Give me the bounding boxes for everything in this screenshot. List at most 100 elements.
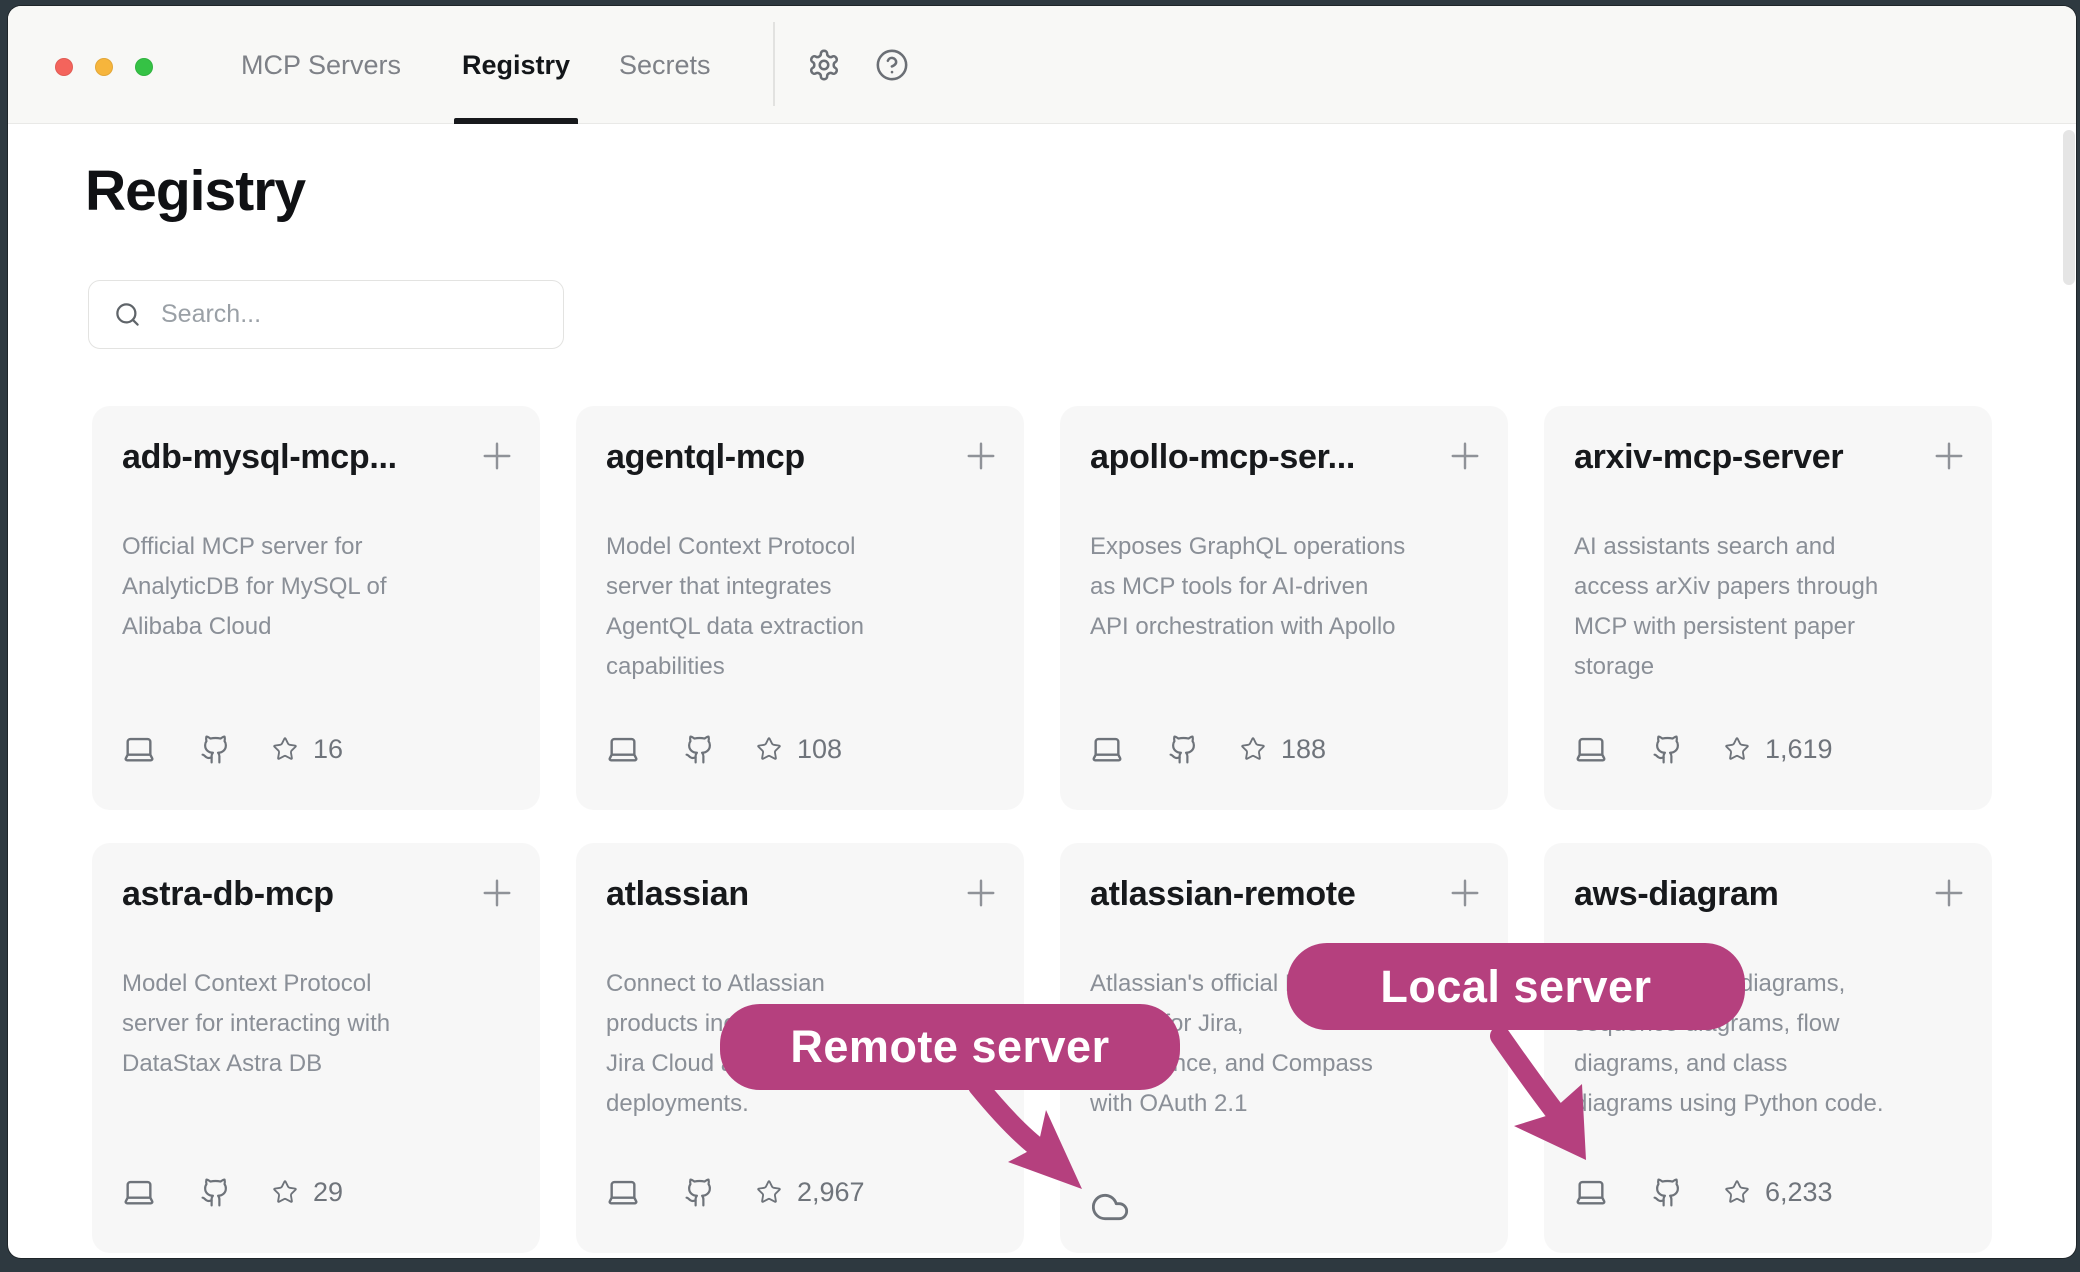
server-name: adb-mysql-mcp... <box>122 438 458 477</box>
add-server-button[interactable] <box>1926 434 1972 480</box>
star-count: 108 <box>797 734 842 765</box>
github-icon <box>684 734 715 765</box>
server-description: Official MCP server for AnalyticDB for M… <box>122 527 510 647</box>
cloud-icon <box>1090 1187 1130 1227</box>
card-header: apollo-mcp-ser... <box>1090 438 1478 477</box>
laptop-icon <box>1090 732 1124 766</box>
server-description: Generate AWS diagrams, sequence diagrams… <box>1574 964 1962 1124</box>
laptop-icon <box>122 732 156 766</box>
star-icon <box>756 736 782 762</box>
star-icon <box>272 1179 298 1205</box>
server-card[interactable]: atlassian Connect to Atlassian products … <box>576 843 1024 1253</box>
server-description: Atlassian's official MCP server for Jira… <box>1090 964 1478 1124</box>
server-name: apollo-mcp-ser... <box>1090 438 1426 477</box>
tab-label: Secrets <box>619 50 711 81</box>
server-card[interactable]: aws-diagram Generate AWS diagrams, seque… <box>1544 843 1992 1253</box>
zoom-button[interactable] <box>135 58 153 76</box>
scrollbar-thumb[interactable] <box>2063 130 2075 285</box>
card-header: atlassian <box>606 875 994 914</box>
github-icon <box>200 1177 231 1208</box>
add-server-button[interactable] <box>474 871 520 917</box>
star-count: 6,233 <box>1765 1177 1833 1208</box>
server-stats: 108 <box>606 732 842 766</box>
server-card[interactable]: apollo-mcp-ser... Exposes GraphQL operat… <box>1060 406 1508 810</box>
tab-secrets[interactable]: Secrets <box>611 6 719 124</box>
github-icon <box>684 1177 715 1208</box>
server-name: arxiv-mcp-server <box>1574 438 1910 477</box>
star-count: 29 <box>313 1177 343 1208</box>
laptop-icon <box>606 732 640 766</box>
card-header: astra-db-mcp <box>122 875 510 914</box>
plus-icon <box>1444 435 1486 477</box>
star-icon <box>756 1179 782 1205</box>
server-stats: 16 <box>122 732 343 766</box>
star-count: 16 <box>313 734 343 765</box>
star-count: 188 <box>1281 734 1326 765</box>
card-header: adb-mysql-mcp... <box>122 438 510 477</box>
server-description: Model Context Protocol server that integ… <box>606 527 994 687</box>
server-card[interactable]: adb-mysql-mcp... Official MCP server for… <box>92 406 540 810</box>
tab-label: MCP Servers <box>241 50 401 81</box>
server-name: atlassian-remote <box>1090 875 1426 914</box>
plus-icon <box>960 872 1002 914</box>
add-server-button[interactable] <box>958 434 1004 480</box>
laptop-icon <box>606 1175 640 1209</box>
server-card[interactable]: agentql-mcp Model Context Protocol serve… <box>576 406 1024 810</box>
star-count: 2,967 <box>797 1177 865 1208</box>
server-card[interactable]: arxiv-mcp-server AI assistants search an… <box>1544 406 1992 810</box>
search-icon <box>114 301 141 328</box>
tab-registry[interactable]: Registry <box>454 6 578 124</box>
tab-mcp-servers[interactable]: MCP Servers <box>233 6 409 124</box>
plus-icon <box>1444 872 1486 914</box>
github-icon <box>1652 1177 1683 1208</box>
page-title: Registry <box>85 158 305 224</box>
star-icon <box>1724 1179 1750 1205</box>
star-icon <box>1240 736 1266 762</box>
server-card[interactable]: atlassian-remote Atlassian's official MC… <box>1060 843 1508 1253</box>
server-type <box>1090 1187 1130 1227</box>
gear-icon <box>807 48 841 82</box>
help-button[interactable] <box>875 48 909 82</box>
star-count: 1,619 <box>1765 734 1833 765</box>
laptop-icon <box>1574 1175 1608 1209</box>
server-description: Exposes GraphQL operations as MCP tools … <box>1090 527 1478 647</box>
card-header: aws-diagram <box>1574 875 1962 914</box>
add-server-button[interactable] <box>474 434 520 480</box>
plus-icon <box>476 872 518 914</box>
plus-icon <box>476 435 518 477</box>
server-name: astra-db-mcp <box>122 875 458 914</box>
server-description: Model Context Protocol server for intera… <box>122 964 510 1084</box>
add-server-button[interactable] <box>1926 871 1972 917</box>
server-name: agentql-mcp <box>606 438 942 477</box>
server-stats: 2,967 <box>606 1175 865 1209</box>
settings-button[interactable] <box>807 48 841 82</box>
laptop-icon <box>1574 732 1608 766</box>
minimize-button[interactable] <box>95 58 113 76</box>
app-window: MCP Servers Registry Secrets Registry a <box>8 6 2076 1258</box>
titlebar-divider <box>773 22 775 106</box>
add-server-button[interactable] <box>1442 871 1488 917</box>
server-stats: 29 <box>122 1175 343 1209</box>
plus-icon <box>1928 435 1970 477</box>
server-description: Connect to Atlassian products including … <box>606 964 994 1124</box>
plus-icon <box>1928 872 1970 914</box>
star-icon <box>272 736 298 762</box>
github-icon <box>200 734 231 765</box>
tab-label: Registry <box>462 50 570 81</box>
server-stats: 1,619 <box>1574 732 1833 766</box>
card-header: atlassian-remote <box>1090 875 1478 914</box>
search-box <box>88 280 564 349</box>
server-description: AI assistants search and access arXiv pa… <box>1574 527 1962 687</box>
help-icon <box>875 48 909 82</box>
add-server-button[interactable] <box>1442 434 1488 480</box>
card-header: arxiv-mcp-server <box>1574 438 1962 477</box>
close-button[interactable] <box>55 58 73 76</box>
star-icon <box>1724 736 1750 762</box>
add-server-button[interactable] <box>958 871 1004 917</box>
plus-icon <box>960 435 1002 477</box>
laptop-icon <box>122 1175 156 1209</box>
server-card[interactable]: astra-db-mcp Model Context Protocol serv… <box>92 843 540 1253</box>
server-name: aws-diagram <box>1574 875 1910 914</box>
search-input[interactable] <box>141 300 563 329</box>
server-stats: 6,233 <box>1574 1175 1833 1209</box>
